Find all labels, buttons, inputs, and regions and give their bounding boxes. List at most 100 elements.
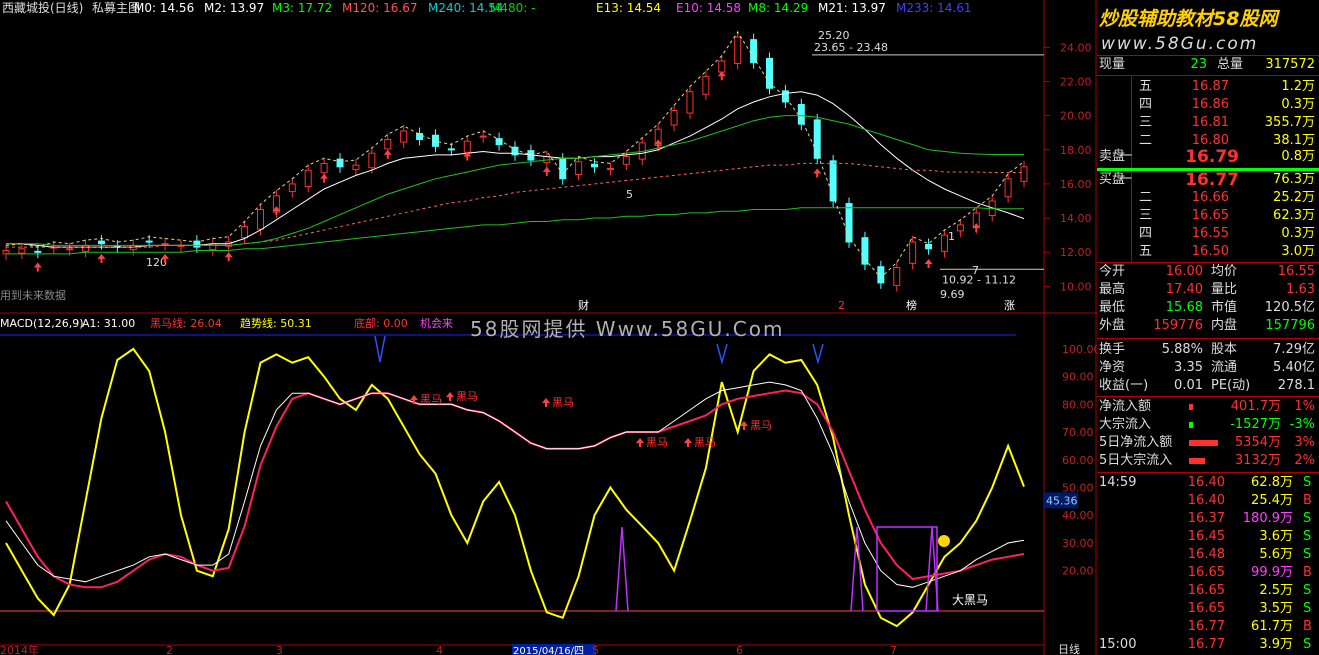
kline-chart[interactable]: 西藏城投(日线) 私募主图M0: 14.56 M2: 13.97 M3: 17.72 M… — [0, 0, 1097, 655]
tick-row: 16.65 3.5万 S — [1097, 600, 1319, 618]
bid-row: 买盘一 16.77 76.3万 — [1097, 171, 1319, 189]
tick-row-cell: 16.45 — [1187, 529, 1225, 544]
tick-row-cell: 5.6万 — [1259, 547, 1293, 562]
stat-row: 今开 16.00 均价 16.55 — [1097, 263, 1319, 281]
tick-row: 15:00 16.77 3.9万 S — [1097, 636, 1319, 654]
tick-row-cell: S — [1303, 511, 1312, 526]
bid-row: 三 16.65 62.3万 — [1097, 207, 1319, 225]
ask-row: 五 16.87 1.2万 — [1097, 78, 1319, 96]
candle-body — [702, 75, 710, 95]
event-tag-rise: 涨 — [1004, 299, 1015, 312]
tick-row-cell: 62.8万 — [1251, 475, 1293, 490]
bid-row-cell: 76.3万 — [1273, 172, 1315, 187]
flow-row: 净流入额 401.7万 1% — [1097, 398, 1319, 416]
big-black-horse-label: 大黑马 — [952, 593, 988, 607]
candle-body — [559, 158, 567, 180]
flow-row: 5日大宗流入 3132万 2% — [1097, 452, 1319, 470]
tick-row: 16.45 3.6万 S — [1097, 528, 1319, 546]
black-horse-label: 黑马 — [456, 390, 478, 403]
candle-body — [257, 209, 264, 230]
tick-row-cell: 3.9万 — [1259, 637, 1293, 652]
flow-row-cell: -3% — [1289, 417, 1315, 432]
stat2-row-cell: 流通 — [1211, 360, 1238, 375]
ind-y-tick-label: 30.00 — [1062, 537, 1094, 550]
ma-label-0: M0: 14.56 — [134, 1, 194, 15]
macd-label-5: 机会来 — [420, 316, 453, 330]
tick-row-cell: B — [1303, 493, 1312, 508]
flow-row-cell: 5日大宗流入 — [1099, 453, 1173, 468]
bid-row-cell: 25.2万 — [1273, 190, 1315, 205]
stat2-row: 换手 5.88% 股本 7.29亿 — [1097, 341, 1319, 359]
candle-body — [145, 240, 153, 243]
flow-row-cell: 401.7万 — [1230, 399, 1281, 414]
annotation-1: 1 — [948, 230, 955, 243]
stat-row-cell: 量比 — [1211, 282, 1238, 297]
ma-label-5: M480: - — [490, 1, 535, 15]
annotation-low: 9.69 — [940, 288, 965, 301]
candle-body — [606, 168, 614, 171]
stat-row-cell: 15.68 — [1165, 300, 1203, 315]
bid-row-cell: 16.50 — [1191, 244, 1229, 259]
flow-row-cell: 大宗流入 — [1099, 417, 1152, 432]
stat-row-cell: 最高 — [1099, 282, 1126, 297]
x-tick-label: 2014年 — [0, 643, 39, 655]
candle-body — [797, 104, 805, 125]
ask-row-cell: 0.8万 — [1281, 149, 1315, 164]
candle-body — [479, 135, 487, 138]
stat-row-cell: 均价 — [1211, 264, 1238, 279]
divider — [1097, 472, 1319, 473]
tick-row-cell: 16.65 — [1187, 583, 1225, 598]
bid-row-cell: 62.3万 — [1273, 208, 1315, 223]
ind-y-tick-label: 80.00 — [1062, 398, 1094, 411]
volume-row-cell: 317572 — [1265, 57, 1315, 72]
stat-row-cell: 市值 — [1211, 300, 1238, 315]
tick-row-cell: 16.65 — [1187, 601, 1225, 616]
candle-body — [956, 224, 964, 232]
black-horse-label: 黑马 — [420, 393, 442, 406]
annotation-5: 5 — [626, 188, 633, 201]
tick-row-cell: 3.6万 — [1259, 529, 1293, 544]
future-data-note: 用到未来数据 — [0, 288, 66, 302]
x-tick-label: 2 — [166, 644, 173, 655]
candle-body — [241, 226, 249, 239]
ind-y-tick-label: 60.00 — [1062, 454, 1094, 467]
bid-row-cell: 五 — [1139, 244, 1153, 259]
tick-row-cell: S — [1303, 529, 1312, 544]
candle-body — [82, 244, 90, 252]
divider — [1097, 396, 1319, 397]
tick-row-cell: S — [1303, 637, 1312, 652]
flow-row-cell: -1527万 — [1230, 417, 1281, 432]
x-tick-label: 4 — [436, 644, 443, 655]
bid-row-cell: 16.66 — [1191, 190, 1229, 205]
ask-row: 卖盘一 16.79 0.8万 — [1097, 148, 1319, 166]
y-tick-label: 20.00 — [1060, 110, 1092, 123]
bid-row-cell: 0.3万 — [1281, 226, 1315, 241]
bid-row: 二 16.66 25.2万 — [1097, 189, 1319, 207]
tick-row-cell: 16.40 — [1187, 475, 1225, 490]
candle-body — [877, 266, 885, 284]
black-horse-label: 黑马 — [750, 419, 772, 432]
candle-body — [209, 243, 217, 251]
ind-y-tick-label: 40.00 — [1062, 509, 1094, 522]
volume-row-cell: 现量 — [1099, 57, 1126, 72]
tick-row: 16.48 5.6万 S — [1097, 546, 1319, 564]
tick-row-cell: 16.77 — [1187, 619, 1225, 634]
ma-label-3: M120: 16.67 — [342, 1, 417, 15]
ma-label-1: M2: 13.97 — [204, 1, 264, 15]
candle-body — [352, 164, 360, 170]
candle-body — [750, 39, 758, 64]
candle-body — [97, 240, 105, 245]
bid-row: 五 16.50 3.0万 — [1097, 243, 1319, 261]
tick-row-cell: 16.40 — [1187, 493, 1225, 508]
candle-body — [909, 241, 917, 264]
bid-row-cell: 16.77 — [1185, 170, 1239, 190]
bid-row-cell: 一 — [1119, 172, 1133, 187]
candle-body — [1020, 166, 1028, 182]
macd-label-2: 黑马线: 26.04 — [150, 316, 222, 330]
black-horse-label: 黑马 — [694, 436, 716, 449]
stat-row-cell: 今开 — [1099, 264, 1126, 279]
tick-row: 14:59 16.40 62.8万 S — [1097, 474, 1319, 492]
stat-row: 外盘 159776 内盘 157796 — [1097, 317, 1319, 335]
candle-body — [575, 161, 583, 176]
ask-row: 三 16.81 355.7万 — [1097, 114, 1319, 132]
